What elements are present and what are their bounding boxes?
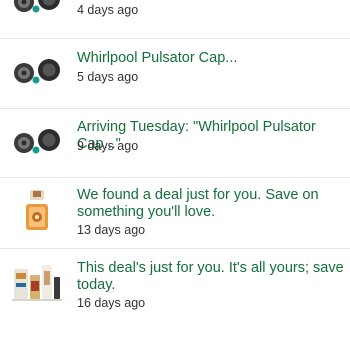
notification-item[interactable]: Arriving Tuesday: "Whirlpool Pulsator Ca… <box>0 109 350 177</box>
notification-item[interactable]: 4 days ago <box>0 0 350 38</box>
notification-title: Whirlpool Pulsator Cap... <box>77 50 238 66</box>
pulsator-caps-thumbnail <box>14 0 60 13</box>
notification-time: 4 days ago <box>77 3 139 17</box>
notification-time: 13 days ago <box>77 223 146 237</box>
notification-item[interactable]: We found a deal just for you. Save on so… <box>0 178 350 248</box>
deal-product-thumbnail <box>26 190 48 230</box>
notification-title: This deal's just for you. It's all yours… <box>77 260 344 293</box>
notification-time: 16 days ago <box>77 296 146 310</box>
notification-item[interactable]: This deal's just for you. It's all yours… <box>0 249 350 319</box>
deal-products-group-thumbnail <box>12 265 62 301</box>
pulsator-caps-thumbnail <box>14 59 60 84</box>
notification-time: 9 days ago <box>77 139 139 153</box>
notifications-list: 4 days ago Whirlpool Pulsator Cap... 5 d… <box>0 0 350 350</box>
pulsator-caps-thumbnail <box>14 129 60 154</box>
notification-time: 5 days ago <box>77 70 139 84</box>
notification-title: We found a deal just for you. Save on so… <box>77 187 319 220</box>
notification-item[interactable]: Whirlpool Pulsator Cap... 5 days ago <box>0 39 350 108</box>
